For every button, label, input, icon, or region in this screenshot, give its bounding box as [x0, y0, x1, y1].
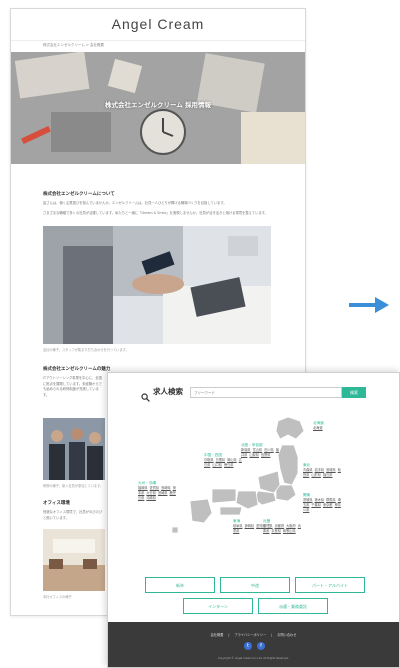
- map-shikoku: [219, 506, 243, 516]
- map-hokuriku: [257, 470, 281, 494]
- pref-link[interactable]: 岡山県: [227, 458, 237, 462]
- section1-body2: さまざまな職種で多くの社員が活躍しています。私たちと一緒に「Dream & Sm…: [43, 210, 268, 215]
- pref-link[interactable]: 千葉県: [311, 503, 321, 507]
- pref-link[interactable]: 福岡県: [138, 486, 148, 490]
- map-kinki: [235, 490, 259, 510]
- pref-link[interactable]: 大分県: [146, 491, 156, 495]
- map-kanto: [275, 484, 297, 502]
- pref-link[interactable]: 大阪府: [286, 524, 296, 528]
- pref-link[interactable]: 和歌山県: [283, 529, 296, 533]
- hero-title: 株式会社エンゼルクリーム 採用情報: [104, 101, 212, 109]
- meeting-photo: [43, 226, 271, 344]
- pref-link[interactable]: 山梨県: [249, 453, 259, 457]
- pref-link[interactable]: 茨城県: [303, 498, 313, 502]
- footer-link-privacy[interactable]: プライバシーポリシー: [234, 633, 266, 637]
- section1-title: 株式会社エンゼルクリームについて: [43, 192, 115, 197]
- category-contract-button[interactable]: 派遣・業務委託: [258, 598, 328, 614]
- map-hokkaido: [275, 416, 305, 440]
- pref-link[interactable]: 東京都: [323, 503, 333, 507]
- meeting-photo-caption: 会社の様子。スタッフが集まり打ち合わせを行っています。: [43, 348, 129, 352]
- meeting-photo-image: [43, 226, 271, 344]
- region-tohoku: 東北 青森県 岩手県 宮城県 秋田県 山形県 福島県: [303, 463, 341, 478]
- job-search-panel: 求人検索 検索 北海道 北: [107, 372, 400, 668]
- pref-link[interactable]: 徳島県: [224, 463, 234, 467]
- map-kyushu: [189, 498, 213, 524]
- pref-link[interactable]: 富山県: [253, 448, 263, 452]
- pref-link[interactable]: 山口県: [212, 463, 222, 467]
- pref-link[interactable]: 静岡県: [245, 524, 255, 528]
- office-photo-image: [43, 529, 105, 591]
- hero-banner: 株式会社エンゼルクリーム 採用情報: [11, 52, 305, 164]
- trainees-photo: [43, 418, 105, 480]
- pref-link[interactable]: 石川県: [264, 448, 274, 452]
- region-kyushu-okinawa: 九州・沖縄 福岡県 佐賀県 長崎県 熊本県 大分県 宮崎県 鹿児島県 沖縄県: [138, 481, 176, 501]
- pref-link[interactable]: 沖縄県: [146, 496, 156, 500]
- pref-link[interactable]: 長野県: [261, 453, 271, 457]
- region-chugoku-shikoku: 中国・四国 鳥取県 島根県 岡山県 広島県 山口県 徳島県: [204, 453, 242, 468]
- footer-link-contact[interactable]: お問い合わせ: [277, 633, 296, 637]
- category-new-grad-button[interactable]: 新卒: [145, 577, 215, 593]
- pref-link[interactable]: 京都府: [275, 524, 285, 528]
- pref-link[interactable]: 奈良県: [271, 529, 281, 533]
- right-arrow-icon: [349, 297, 389, 317]
- pref-link[interactable]: 鳥取県: [204, 458, 214, 462]
- copyright: Copyright © Angel Cream Co.,Ltd. All Rig…: [217, 657, 290, 660]
- category-mid-career-button[interactable]: 中途: [220, 577, 290, 593]
- section3-body: 快適なオフィス環境で、社員がのびのびと働いています。: [43, 510, 103, 520]
- pref-link[interactable]: 宮崎県: [158, 491, 168, 495]
- map-tohoku: [277, 444, 299, 486]
- trainees-photo-image: [43, 418, 105, 480]
- pref-link[interactable]: 佐賀県: [150, 486, 160, 490]
- pref-link[interactable]: 福島県: [323, 473, 333, 477]
- pref-link[interactable]: 岩手県: [315, 468, 325, 472]
- map-chugoku: [211, 488, 237, 504]
- footer-link-company[interactable]: 会社概要: [211, 633, 224, 637]
- section1-body1: 皆さんは、働く企業選びを悩んでいませんか。エンゼルクリームは、社員一人ひとりが輝…: [43, 201, 227, 205]
- pref-link[interactable]: 青森県: [303, 468, 313, 472]
- region-kinki: 近畿 滋賀県 京都府 大阪府 兵庫県 奈良県 和歌山県: [263, 519, 301, 534]
- breadcrumb[interactable]: 株式会社エンゼルクリーム > 会社概要: [11, 41, 305, 52]
- pref-link[interactable]: 栃木県: [315, 498, 325, 502]
- trainees-photo-caption: 研修の様子。新入社員が参加しています。: [43, 484, 104, 488]
- pref-link[interactable]: 岐阜県: [233, 524, 243, 528]
- pref-link[interactable]: 群馬県: [326, 498, 336, 502]
- pref-link[interactable]: 滋賀県: [263, 524, 273, 528]
- region-hokkaido: 北海道 北海道: [313, 421, 351, 431]
- site-title[interactable]: Angel Cream: [11, 9, 305, 41]
- section2-body: ITアウトソーシング事業を中心に、全国に拠点を展開しています。未経験からでも始め…: [43, 376, 102, 397]
- region-kanto: 関東 茨城県 栃木県 群馬県 埼玉県 千葉県 東京都 神奈川県: [303, 493, 341, 513]
- twitter-icon[interactable]: t: [244, 642, 252, 650]
- category-intern-button[interactable]: インターン: [183, 598, 253, 614]
- pref-link[interactable]: 島根県: [216, 458, 226, 462]
- category-part-time-button[interactable]: パート・アルバイト: [295, 577, 365, 593]
- office-photo: [43, 529, 105, 591]
- map-okinawa: [171, 526, 179, 534]
- pref-link[interactable]: 宮城県: [326, 468, 336, 472]
- pref-link[interactable]: 長崎県: [161, 486, 171, 490]
- office-photo-caption: 本社オフィスの様子: [43, 595, 72, 599]
- pref-link[interactable]: 山形県: [311, 473, 321, 477]
- site-footer: 会社概要 | プライバシーポリシー | お問い合わせ t f Copyright © A…: [108, 622, 399, 667]
- japan-map: [171, 416, 305, 534]
- facebook-icon[interactable]: f: [257, 642, 265, 650]
- pref-link[interactable]: 新潟県: [241, 448, 251, 452]
- pref-link[interactable]: 北海道: [313, 426, 323, 430]
- region-hokuriku-koshinetsu: 北陸・甲信越 新潟県 富山県 石川県 福井県 山梨県 長野県: [241, 443, 279, 458]
- footer-links: 会社概要 | プライバシーポリシー | お問い合わせ: [210, 633, 297, 637]
